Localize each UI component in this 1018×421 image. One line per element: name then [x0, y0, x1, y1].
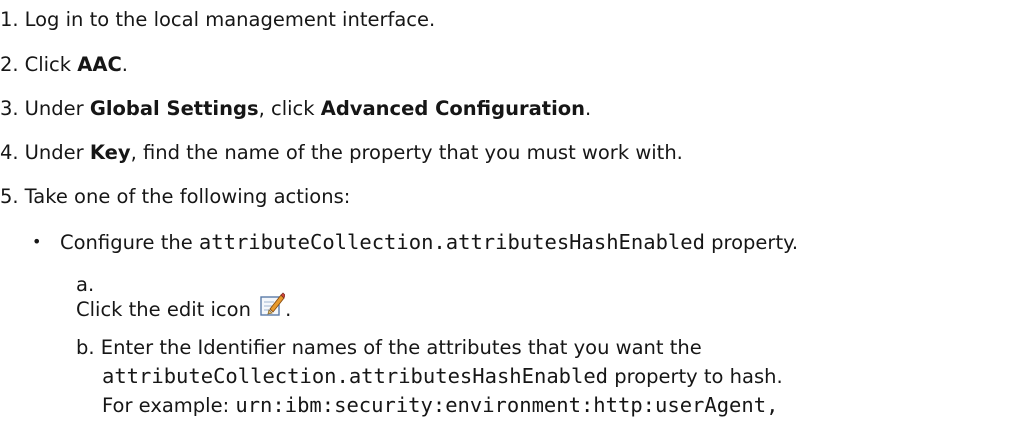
substep-a-end: . — [285, 298, 292, 321]
step-text-end: , find the name of the property that you… — [130, 141, 683, 164]
substep-b: b. Enter the Identifier names of the att… — [76, 334, 783, 420]
step-4: 4. Under Key, find the name of the proper… — [0, 141, 683, 165]
substep-b-line2: attributeCollection.attributesHashEnable… — [76, 362, 783, 391]
ui-term-advanced-configuration: Advanced Configuration — [320, 97, 586, 120]
substep-a-text: Click the edit icon — [76, 298, 258, 321]
step-text: Take one of the following actions: — [24, 185, 351, 208]
step-number: 4. — [0, 141, 19, 164]
bullet-text-end: property. — [704, 231, 799, 254]
bullet-icon: • — [32, 232, 42, 251]
step-text: Log in to the local management interface… — [24, 8, 436, 31]
step-1: 1. Log in to the local management interfa… — [0, 8, 435, 32]
step-number: 3. — [0, 97, 19, 120]
step-text: Under — [24, 97, 90, 120]
bullet-text: Configure the — [60, 231, 199, 254]
step-5: 5. Take one of the following actions: — [0, 185, 350, 209]
bullet-item: • Configure the attributeCollection.attri… — [32, 229, 798, 256]
ui-term-key: Key — [89, 141, 131, 164]
example-label: For example: — [102, 394, 236, 417]
step-text-mid: , click — [258, 97, 321, 120]
step-text-end: . — [585, 97, 592, 120]
substep-b-letter: b. — [76, 336, 95, 359]
step-3: 3. Under Global Settings, click Advanced … — [0, 97, 591, 121]
step-text: Click — [24, 53, 78, 76]
step-number: 5. — [0, 185, 19, 208]
substep-a: Click the edit icon . — [76, 292, 291, 323]
step-text-end: . — [121, 53, 128, 76]
substep-b-line1: Enter the Identifier names of the attrib… — [100, 336, 702, 359]
substep-b-line2-end: property to hash. — [608, 365, 783, 388]
edit-icon — [259, 292, 286, 318]
step-number: 2. — [0, 53, 19, 76]
property-code: attributeCollection.attributesHashEnable… — [198, 230, 705, 254]
step-number: 1. — [0, 8, 19, 31]
example-code: urn:ibm:security:environment:http:userAg… — [235, 393, 779, 417]
property-code: attributeCollection.attributesHashEnable… — [102, 364, 609, 388]
step-2: 2. Click AAC. — [0, 53, 128, 77]
ui-term-global-settings: Global Settings — [89, 97, 259, 120]
substep-b-line3: For example: urn:ibm:security:environmen… — [76, 391, 783, 420]
step-text: Under — [24, 141, 90, 164]
ui-term-aac: AAC — [77, 53, 122, 76]
